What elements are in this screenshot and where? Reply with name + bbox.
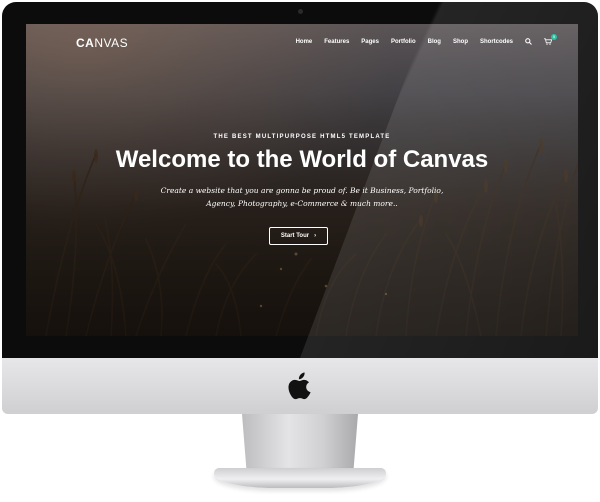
nav-item-shop[interactable]: Shop	[453, 39, 468, 45]
nav-item-shortcodes[interactable]: Shortcodes	[480, 39, 513, 45]
cart-count-badge: 5	[551, 34, 557, 40]
start-tour-button[interactable]: Start Tour ›	[269, 227, 328, 245]
nav-item-blog[interactable]: Blog	[428, 39, 441, 45]
nav-item-portfolio[interactable]: Portfolio	[391, 39, 416, 45]
monitor-stand-foot	[214, 468, 386, 488]
site-logo[interactable]: CANVAS	[76, 36, 128, 50]
nav-item-pages[interactable]: Pages	[361, 39, 379, 45]
nav-item-features[interactable]: Features	[324, 39, 349, 45]
logo-rest-text: NVAS	[94, 36, 129, 50]
search-icon[interactable]	[525, 38, 532, 45]
background-grass-image	[26, 24, 578, 336]
hero-title: Welcome to the World of Canvas	[115, 146, 489, 173]
main-navigation: Home Features Pages Portfolio Blog Shop …	[284, 34, 557, 45]
camera-dot	[298, 9, 303, 14]
hero-description: Create a website that you are gonna be p…	[160, 186, 444, 208]
logo-bold-text: CA	[76, 36, 95, 50]
hero-subtitle: THE BEST MULTIPURPOSE HTML5 TEMPLATE	[213, 134, 391, 140]
chevron-right-icon: ›	[314, 233, 317, 239]
cart-icon[interactable]: 5	[544, 34, 557, 45]
apple-logo-icon	[288, 372, 311, 400]
monitor-stand-neck	[242, 414, 358, 472]
start-tour-label: Start Tour	[280, 233, 310, 239]
monitor-bezel: CANVAS Home Features Pages Portfolio Blo…	[2, 2, 598, 358]
website-screen: CANVAS Home Features Pages Portfolio Blo…	[26, 24, 578, 336]
nav-item-home[interactable]: Home	[296, 39, 313, 45]
